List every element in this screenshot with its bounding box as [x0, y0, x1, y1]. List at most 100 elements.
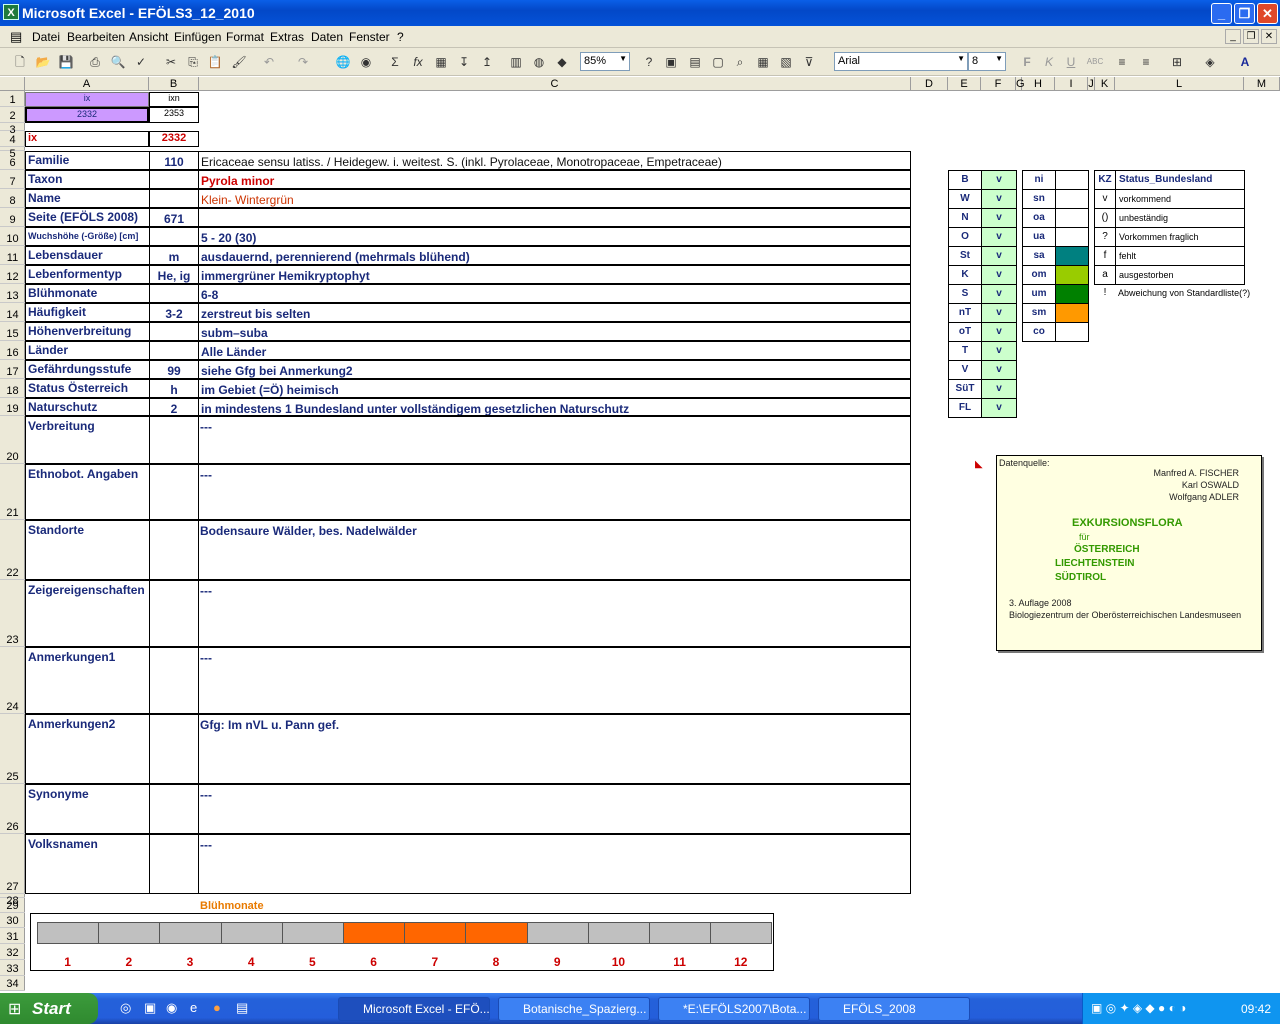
- zone-code[interactable]: sa: [1022, 246, 1056, 266]
- row-header-17[interactable]: 17: [0, 360, 25, 379]
- row-header-29[interactable]: 29: [0, 898, 25, 913]
- row-header-31[interactable]: 31: [0, 928, 25, 944]
- copy-icon[interactable]: ⎘: [184, 53, 202, 71]
- menu-datei[interactable]: Datei: [32, 30, 60, 44]
- zone-color[interactable]: [1055, 170, 1089, 190]
- menu-format[interactable]: Format: [226, 30, 264, 44]
- row-header-14[interactable]: 14: [0, 303, 25, 322]
- tray-icons[interactable]: ▣ ◎ ✦ ◈ ◆ ● ◐ ◑: [1091, 1001, 1186, 1015]
- field-text[interactable]: in mindestens 1 Bundesland unter vollstä…: [199, 398, 911, 416]
- bigfield-text[interactable]: ---: [199, 580, 911, 647]
- field-label[interactable]: Naturschutz: [25, 398, 149, 416]
- zone-color[interactable]: [1055, 227, 1089, 247]
- state-code[interactable]: V: [948, 360, 982, 380]
- row-header-30[interactable]: 30: [0, 913, 25, 928]
- cell-b1[interactable]: ixn: [149, 92, 199, 107]
- menu-bearbeiten[interactable]: Bearbeiten: [67, 30, 125, 44]
- bigfield-code[interactable]: [149, 416, 199, 464]
- doc-restore-icon[interactable]: ❐: [1243, 29, 1259, 44]
- row-header-7[interactable]: 7: [0, 170, 25, 189]
- row-header-11[interactable]: 11: [0, 246, 25, 265]
- cell-a2[interactable]: 2332: [25, 107, 149, 123]
- bigfield-text[interactable]: ---: [199, 464, 911, 520]
- format-painter-icon[interactable]: 🖌: [230, 53, 248, 71]
- menu-ansicht[interactable]: Ansicht: [129, 30, 168, 44]
- map-icon[interactable]: ◍: [530, 53, 548, 71]
- web-icon[interactable]: ◉: [357, 53, 375, 71]
- field-label[interactable]: Taxon: [25, 170, 149, 189]
- state-value[interactable]: v: [981, 322, 1017, 342]
- col-k[interactable]: K: [1095, 77, 1115, 91]
- fill-color-icon[interactable]: ◈: [1201, 53, 1219, 71]
- row-header-19[interactable]: 19: [0, 398, 25, 416]
- excel-icon[interactable]: X: [3, 4, 19, 20]
- row-header-13[interactable]: 13: [0, 284, 25, 303]
- field-code[interactable]: 2: [149, 398, 199, 416]
- menu-fenster[interactable]: Fenster: [349, 30, 390, 44]
- col-j[interactable]: J: [1088, 77, 1095, 91]
- quicklaunch-icon-2[interactable]: ▣: [144, 1000, 156, 1016]
- sort-asc-icon[interactable]: ↧: [455, 53, 473, 71]
- state-code[interactable]: S: [948, 284, 982, 304]
- tool-icon-3[interactable]: ▢: [709, 53, 727, 71]
- row-header-1[interactable]: 1: [0, 91, 25, 107]
- field-label[interactable]: Länder: [25, 341, 149, 360]
- ie-icon[interactable]: e: [190, 1000, 197, 1015]
- maximize-button[interactable]: ❐: [1234, 3, 1255, 24]
- tool-icon-1[interactable]: ▣: [662, 53, 680, 71]
- bigfield-label[interactable]: Synonyme: [25, 784, 149, 834]
- field-text[interactable]: subm–suba: [199, 322, 911, 341]
- row-header-27[interactable]: 27: [0, 834, 25, 894]
- state-value[interactable]: v: [981, 341, 1017, 361]
- cell-a1[interactable]: ix: [25, 92, 149, 107]
- comment-note[interactable]: Datenquelle: Manfred A. FISCHER Karl OSW…: [996, 455, 1262, 651]
- bigfield-label[interactable]: Zeigereigenschaften: [25, 580, 149, 647]
- zone-color[interactable]: [1055, 246, 1089, 266]
- zone-code[interactable]: ni: [1022, 170, 1056, 190]
- field-text[interactable]: 6-8: [199, 284, 911, 303]
- undo-icon[interactable]: ↶: [260, 53, 278, 71]
- font-color-icon[interactable]: A: [1236, 53, 1254, 71]
- hyperlink-icon[interactable]: 🌐: [334, 53, 352, 71]
- document-icon[interactable]: ▤: [10, 29, 22, 45]
- paste-icon[interactable]: 📋: [206, 53, 224, 71]
- menu-help[interactable]: ?: [397, 30, 404, 44]
- new-icon[interactable]: 🗋: [11, 53, 29, 71]
- autosum-icon[interactable]: Σ: [386, 53, 404, 71]
- bigfield-label[interactable]: Verbreitung: [25, 416, 149, 464]
- field-label[interactable]: Name: [25, 189, 149, 208]
- cell-b4[interactable]: 2332: [149, 131, 199, 147]
- font-select[interactable]: Arial ▼: [834, 52, 968, 71]
- state-value[interactable]: v: [981, 303, 1017, 323]
- row-header-15[interactable]: 15: [0, 322, 25, 341]
- doc-close-icon[interactable]: ✕: [1261, 29, 1277, 44]
- field-code[interactable]: h: [149, 379, 199, 398]
- field-label[interactable]: Blühmonate: [25, 284, 149, 303]
- field-text[interactable]: ausdauernd, perennierend (mehrmals blühe…: [199, 246, 911, 265]
- row-header-4[interactable]: 4: [0, 131, 25, 147]
- state-value[interactable]: v: [981, 227, 1017, 247]
- state-code[interactable]: St: [948, 246, 982, 266]
- spelling-icon[interactable]: ✓: [132, 53, 150, 71]
- quicklaunch-icon-3[interactable]: ◉: [166, 1000, 177, 1016]
- cut-icon[interactable]: ✂: [162, 53, 180, 71]
- row-header-18[interactable]: 18: [0, 379, 25, 398]
- menu-einfuegen[interactable]: Einfügen: [174, 30, 221, 44]
- align-left-icon[interactable]: ≡: [1113, 53, 1131, 71]
- firefox-icon[interactable]: ●: [213, 1000, 221, 1015]
- col-f[interactable]: F: [981, 77, 1016, 91]
- quicklaunch-icon-1[interactable]: ◎: [120, 1000, 131, 1016]
- state-code[interactable]: SüT: [948, 379, 982, 399]
- bold-icon[interactable]: F: [1018, 53, 1036, 71]
- row-header-32[interactable]: 32: [0, 944, 25, 960]
- bigfield-label[interactable]: Standorte: [25, 520, 149, 580]
- field-text[interactable]: Alle Länder: [199, 341, 911, 360]
- row-header-6[interactable]: 6: [0, 151, 25, 170]
- field-label[interactable]: Höhenverbreitung: [25, 322, 149, 341]
- field-label[interactable]: Lebenformentyp: [25, 265, 149, 284]
- task-document[interactable]: *E:\EFÖLS2007\Bota...: [658, 997, 810, 1021]
- cell-a4[interactable]: ix: [25, 131, 149, 147]
- field-text[interactable]: siehe Gfg bei Anmerkung2: [199, 360, 911, 379]
- field-label[interactable]: Wuchshöhe (-Größe) [cm]: [25, 227, 149, 246]
- field-text[interactable]: Klein- Wintergrün: [199, 189, 911, 208]
